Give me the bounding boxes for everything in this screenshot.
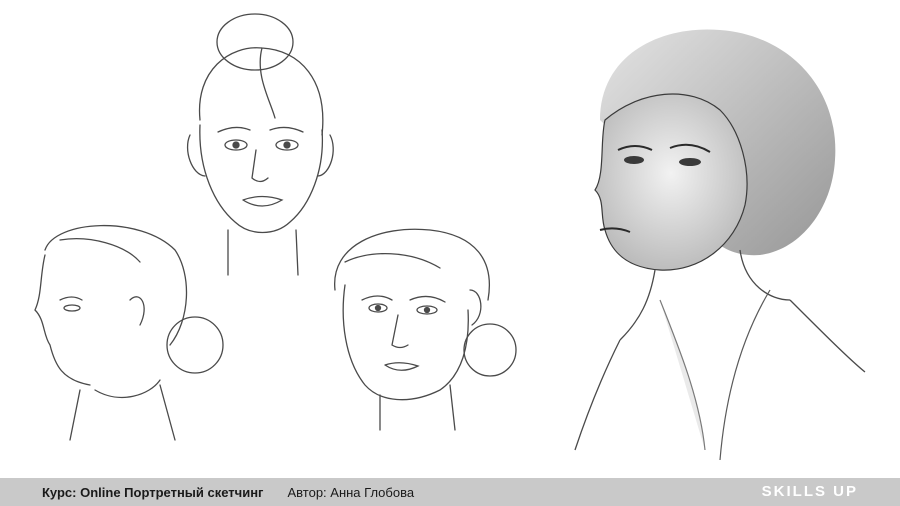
course-title: Курс: Online Портретный скетчинг — [42, 484, 264, 500]
sketch-artwork — [0, 0, 900, 478]
three-quarter-face-sketch — [334, 228, 517, 431]
rendered-portrait — [574, 29, 866, 461]
footer-bar: Курс: Online Портретный скетчинг Автор: … — [0, 478, 900, 506]
profile-face-sketch — [34, 224, 224, 441]
author-label: Автор: Анна Глобова — [287, 484, 415, 500]
front-face-sketch — [186, 13, 334, 276]
brand-logo: SKILLS UP — [761, 483, 858, 500]
